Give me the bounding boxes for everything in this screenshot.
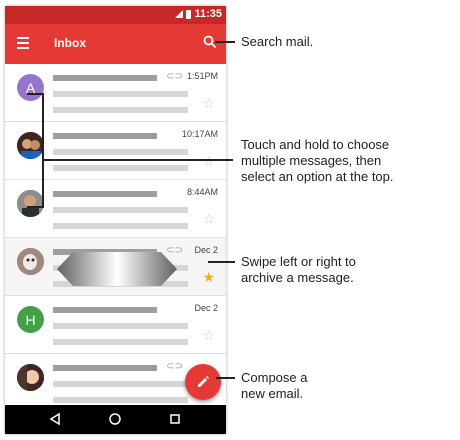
star-icon[interactable]: ☆: [202, 212, 215, 226]
sender-placeholder: [53, 75, 157, 81]
callout-line-select: [44, 159, 233, 161]
back-icon[interactable]: [48, 412, 62, 426]
callout-line-swipe: [208, 261, 235, 263]
star-icon[interactable]: ☆: [202, 154, 215, 168]
pencil-icon: [198, 376, 209, 387]
home-icon[interactable]: [108, 412, 122, 426]
subject-placeholder: [53, 381, 188, 387]
snippet-placeholder: [53, 223, 188, 229]
star-icon[interactable]: ☆: [202, 96, 215, 110]
attachment-icon: ⊂⊃: [166, 361, 183, 372]
status-bar: 11:35: [5, 6, 226, 24]
signal-icon: [175, 10, 184, 18]
snippet-placeholder: [53, 107, 188, 113]
battery-icon: [186, 9, 192, 19]
status-time: 11:35: [194, 8, 222, 20]
selection-bracket: [27, 93, 44, 208]
subject-placeholder: [53, 323, 188, 329]
sender-placeholder: [53, 307, 157, 313]
callout-line-compose: [216, 377, 235, 379]
avatar[interactable]: H: [17, 306, 44, 333]
menu-icon[interactable]: [17, 37, 29, 51]
help-illustration: 11:35 Inbox A ⊂⊃ 1:51PM ☆ 10:17AM ☆ 8:44…: [0, 0, 460, 440]
navigation-bar: [5, 405, 226, 434]
star-icon[interactable]: ☆: [202, 328, 215, 342]
callout-compose: Compose a new email.: [241, 370, 308, 401]
app-bar: Inbox: [5, 24, 226, 64]
sender-placeholder: [53, 365, 157, 371]
inbox-title: Inbox: [54, 36, 86, 50]
callout-select: Touch and hold to choose multiple messag…: [241, 137, 394, 184]
subject-placeholder: [53, 91, 188, 97]
attachment-icon: ⊂⊃: [166, 71, 183, 82]
message-time: 10:17AM: [181, 129, 218, 139]
phone-screen: 11:35 Inbox A ⊂⊃ 1:51PM ☆ 10:17AM ☆ 8:44…: [5, 6, 226, 434]
snippet-placeholder: [53, 165, 188, 171]
message-row[interactable]: H Dec 2 ☆: [5, 296, 226, 354]
message-time: 8:44AM: [186, 187, 218, 197]
message-time: 1:51PM: [186, 71, 218, 81]
snippet-placeholder: [53, 339, 188, 345]
sender-placeholder: [53, 133, 157, 139]
avatar[interactable]: [17, 364, 44, 391]
message-time: Dec 2: [194, 303, 218, 313]
callout-search: Search mail.: [241, 34, 314, 49]
sender-placeholder: [53, 191, 157, 197]
snippet-placeholder: [53, 397, 188, 403]
compose-button[interactable]: [185, 364, 221, 400]
subject-placeholder: [53, 207, 188, 213]
avatar[interactable]: [17, 248, 44, 275]
recents-icon[interactable]: [168, 412, 182, 426]
callout-line-search: [215, 41, 235, 43]
star-icon[interactable]: ★: [202, 270, 215, 284]
subject-placeholder: [53, 149, 188, 155]
swipe-gesture-arrow: [57, 252, 177, 286]
message-time: Dec 2: [194, 245, 218, 255]
callout-swipe: Swipe left or right to archive a message…: [241, 254, 356, 285]
